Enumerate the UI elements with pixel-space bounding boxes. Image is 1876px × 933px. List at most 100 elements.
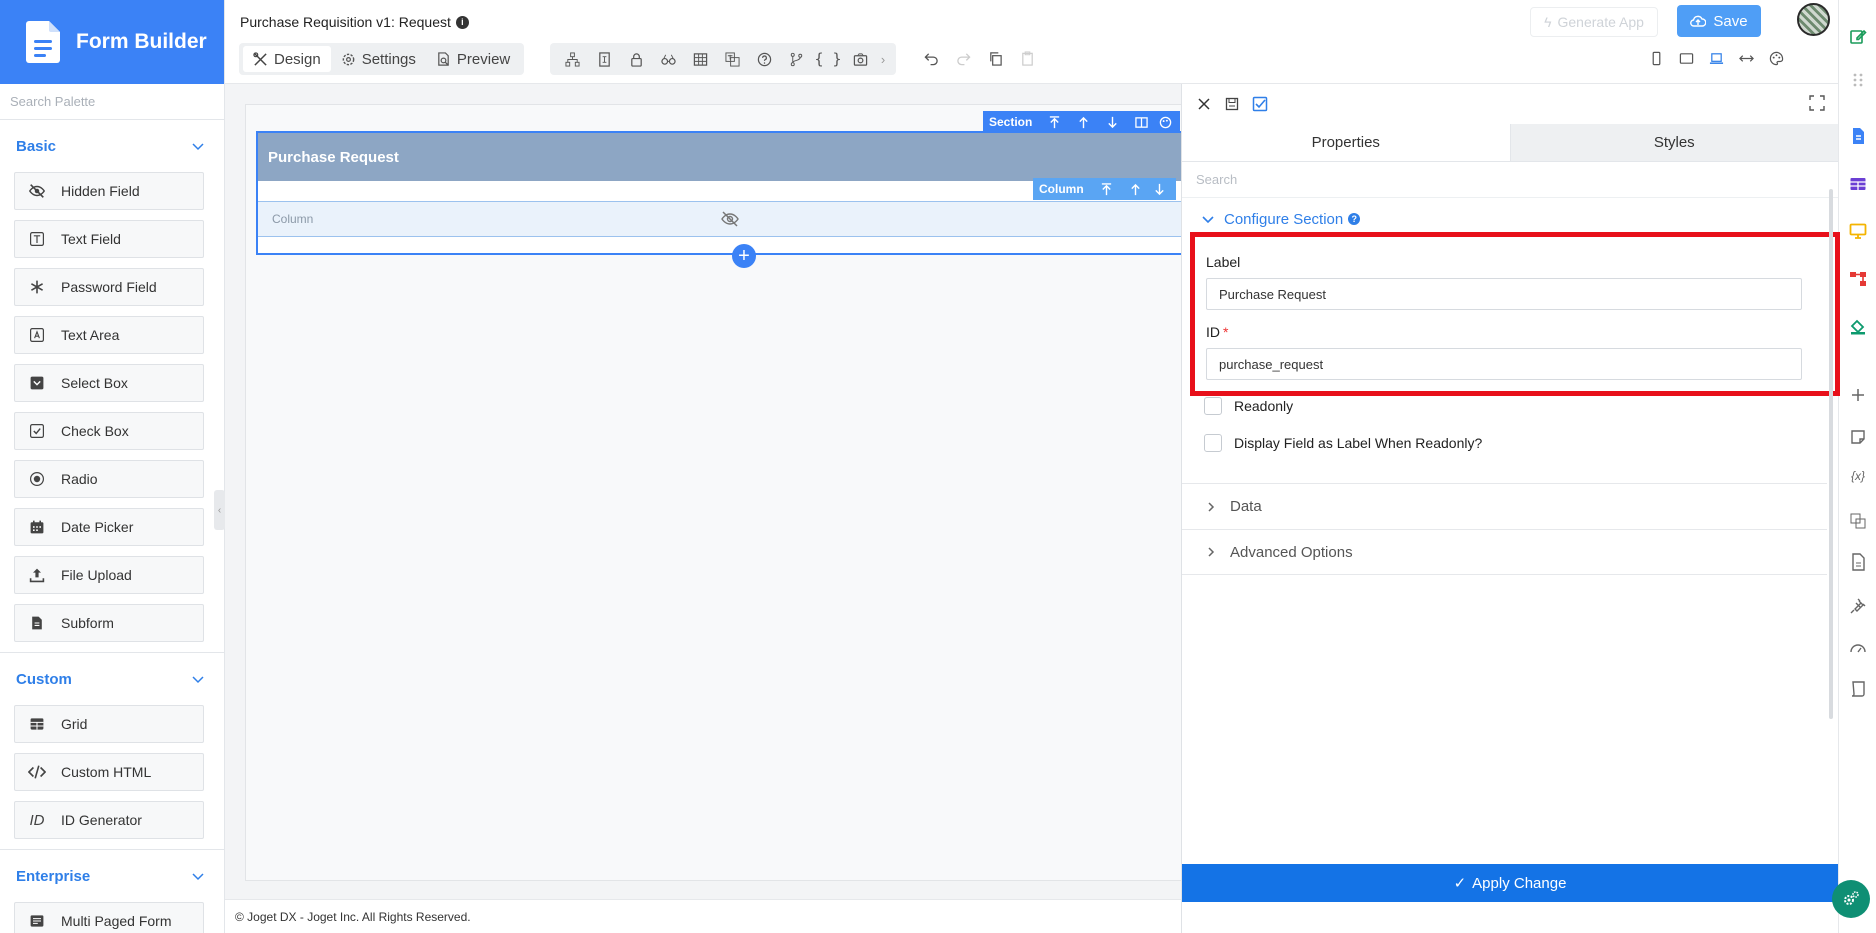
arrow-down-icon[interactable] (1098, 116, 1127, 129)
advanced-options-header[interactable]: Advanced Options (1182, 529, 1827, 575)
table-icon[interactable] (684, 46, 716, 72)
tab-design[interactable]: Design (243, 46, 331, 72)
help-icon[interactable]: ? (1348, 213, 1361, 225)
userview-icon[interactable] (1848, 221, 1868, 241)
palette-item-radio[interactable]: Radio (14, 460, 204, 498)
palette-item-date-picker[interactable]: Date Picker (14, 508, 204, 546)
palette-item-hidden-field[interactable]: Hidden Field (14, 172, 204, 210)
form-column[interactable]: Column (258, 201, 1189, 237)
braces-icon[interactable]: { } (812, 46, 844, 72)
add-section-button[interactable]: + (732, 244, 756, 268)
tab-styles[interactable]: Styles (1510, 124, 1838, 161)
tab-preview[interactable]: Preview (426, 46, 520, 72)
palette-icon[interactable] (1761, 45, 1791, 71)
palette-item-file-upload[interactable]: File Upload (14, 556, 204, 594)
display-as-label-checkbox[interactable] (1204, 434, 1222, 452)
variable-icon[interactable]: {x} (1848, 466, 1868, 486)
readonly-checkbox-row[interactable]: Readonly (1204, 397, 1293, 415)
tablet-icon[interactable] (1671, 45, 1701, 71)
binoculars-icon[interactable] (652, 46, 684, 72)
preview-icon (438, 51, 449, 66)
palette-item-check-box[interactable]: Check Box (14, 412, 204, 450)
palette-search-input[interactable] (10, 94, 210, 109)
copy-icon[interactable] (979, 45, 1011, 71)
move-top-icon[interactable] (1040, 115, 1069, 129)
configure-section-title: Configure Section (1224, 210, 1344, 228)
process-icon[interactable] (1848, 269, 1868, 289)
section-title: Purchase Request (268, 148, 399, 166)
palette-group-enterprise[interactable]: Enterprise (0, 850, 224, 902)
arrow-up-icon[interactable] (1069, 116, 1098, 129)
file-icon[interactable] (1848, 552, 1868, 572)
fullscreen-icon[interactable] (1808, 94, 1826, 112)
form-icon[interactable] (588, 46, 620, 72)
save-button[interactable]: Save (1677, 5, 1761, 37)
readonly-label: Readonly (1234, 398, 1294, 414)
paint-bucket-icon[interactable] (1848, 316, 1868, 336)
help-icon[interactable] (748, 46, 780, 72)
apply-change-button[interactable]: ✓ Apply Change (1182, 864, 1838, 902)
paste-icon[interactable] (1011, 45, 1043, 71)
properties-scrollbar[interactable] (1829, 189, 1833, 719)
scroll-icon[interactable] (1848, 679, 1868, 699)
datalist-icon[interactable] (1848, 174, 1868, 194)
laptop-icon[interactable] (1701, 45, 1731, 71)
data-section-header[interactable]: Data (1182, 483, 1827, 529)
sidebar-collapse-handle[interactable]: ‹ (214, 490, 225, 530)
undo-icon[interactable] (915, 45, 947, 71)
arrow-up-icon[interactable] (1121, 183, 1150, 196)
lock-icon[interactable] (620, 46, 652, 72)
plugin-icon[interactable] (1848, 596, 1868, 616)
form-builder-icon[interactable] (1848, 126, 1868, 146)
palette-item-subform[interactable]: Subform (14, 604, 204, 642)
palette-item-text-field[interactable]: Text Field (14, 220, 204, 258)
check-square-icon[interactable] (1246, 90, 1274, 118)
palette-item-grid[interactable]: Grid (14, 705, 204, 743)
close-icon[interactable] (1190, 90, 1218, 118)
right-tool-rail: {x} (1838, 0, 1876, 933)
generate-app-button[interactable]: ϟ Generate App (1530, 7, 1658, 37)
check-box-icon (27, 421, 47, 441)
text-field-icon (27, 229, 47, 249)
chevron-right-icon[interactable]: › (876, 46, 890, 72)
palette-item-custom-html[interactable]: Custom HTML (14, 753, 204, 791)
avatar[interactable] (1797, 3, 1830, 36)
column-toolbar-label: Column (1039, 182, 1084, 196)
translate-icon[interactable] (1848, 511, 1868, 531)
translate-icon[interactable] (716, 46, 748, 72)
columns-icon[interactable] (1127, 116, 1156, 129)
info-icon[interactable]: i (455, 15, 469, 29)
drag-handle-icon[interactable] (1848, 70, 1868, 90)
gauge-icon[interactable] (1848, 638, 1868, 658)
move-top-icon[interactable] (1092, 182, 1121, 196)
palette-icon[interactable] (1156, 116, 1174, 129)
palette-item-text-area[interactable]: Text Area (14, 316, 204, 354)
readonly-checkbox[interactable] (1204, 397, 1222, 415)
camera-icon[interactable] (844, 46, 876, 72)
redo-icon[interactable] (947, 45, 979, 71)
display-as-label-checkbox-row[interactable]: Display Field as Label When Readonly? (1204, 434, 1482, 452)
palette-item-multi-paged-form[interactable]: Multi Paged Form (14, 902, 204, 933)
arrow-down-icon[interactable] (1150, 183, 1170, 196)
copyright-text: © Joget DX - Joget Inc. All Rights Reser… (235, 909, 471, 924)
brand-header: Form Builder (0, 0, 224, 84)
plus-icon[interactable] (1848, 385, 1868, 405)
palette-item-password-field[interactable]: Password Field (14, 268, 204, 306)
expand-width-icon[interactable] (1731, 45, 1761, 71)
palette-group-custom[interactable]: Custom (0, 653, 224, 705)
note-icon[interactable] (1848, 427, 1868, 447)
tree-icon[interactable] (556, 46, 588, 72)
section-header[interactable]: Purchase Request (258, 133, 1189, 181)
tab-settings[interactable]: Settings (331, 46, 426, 72)
palette-group-basic[interactable]: Basic (0, 120, 224, 172)
palette-item-id-generator[interactable]: ID ID Generator (14, 801, 204, 839)
palette-item-select-box[interactable]: Select Box (14, 364, 204, 402)
properties-search-input[interactable] (1196, 172, 1796, 187)
settings-fab[interactable] (1832, 880, 1870, 918)
mobile-icon[interactable] (1641, 45, 1671, 71)
branch-icon[interactable] (780, 46, 812, 72)
edit-icon[interactable] (1848, 26, 1868, 46)
tab-properties[interactable]: Properties (1182, 124, 1511, 161)
save-icon[interactable] (1218, 90, 1246, 118)
display-as-label-text: Display Field as Label When Readonly? (1234, 435, 1483, 451)
